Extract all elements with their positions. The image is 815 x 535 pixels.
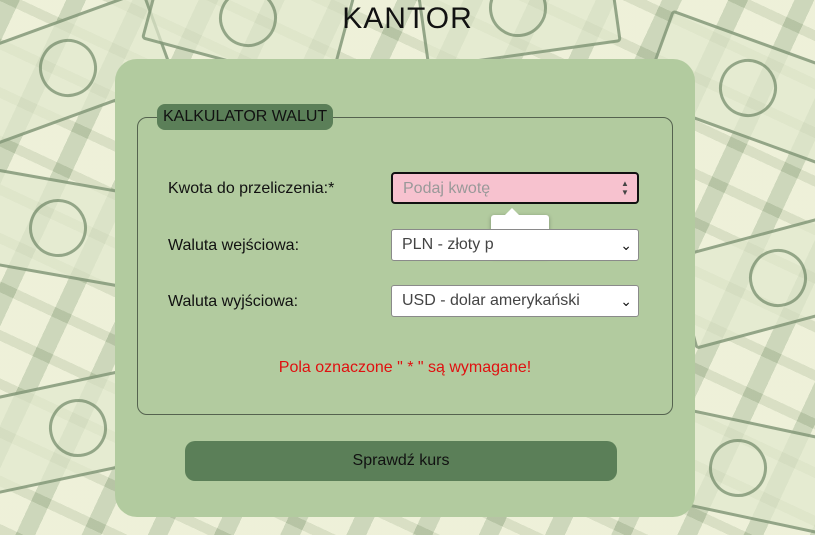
input-currency-label: Waluta wejściowa: bbox=[168, 237, 300, 254]
amount-label: Kwota do przeliczenia:* bbox=[168, 180, 335, 197]
output-currency-value: USD - dolar amerykański bbox=[402, 292, 580, 309]
fieldset-legend: KALKULATOR WALUT bbox=[157, 104, 334, 130]
input-currency-select[interactable]: PLN - złoty p ⌄ bbox=[391, 229, 639, 261]
required-note: Pola oznaczone " * " są wymagane! bbox=[278, 359, 532, 376]
page-title: KANTOR bbox=[342, 2, 473, 35]
calculator-card: KALKULATOR WALUT Kwota do przeliczenia:*… bbox=[115, 59, 695, 517]
amount-input[interactable]: Podaj kwotę ▲ ▼ bbox=[391, 172, 639, 204]
check-rate-button[interactable]: Sprawdź kurs bbox=[185, 441, 617, 481]
input-currency-value: PLN - złoty p bbox=[402, 236, 494, 253]
output-currency-label: Waluta wyjściowa: bbox=[168, 293, 299, 310]
output-currency-select[interactable]: USD - dolar amerykański ⌄ bbox=[391, 285, 639, 317]
chevron-down-icon: ⌄ bbox=[620, 237, 632, 253]
amount-placeholder: Podaj kwotę bbox=[403, 180, 491, 197]
number-spinner[interactable]: ▲ ▼ bbox=[621, 179, 631, 197]
chevron-down-icon: ⌄ bbox=[620, 293, 632, 309]
